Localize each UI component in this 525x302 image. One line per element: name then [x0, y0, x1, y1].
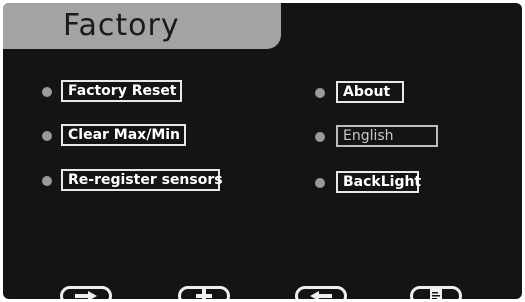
page-title: Factory [63, 8, 180, 43]
bullet-icon [42, 87, 52, 97]
bullet-icon [315, 132, 325, 142]
bullet-icon [315, 88, 325, 98]
menu-item-re-register-sensors[interactable]: Re-register sensors [42, 169, 262, 193]
menu-item-backlight[interactable]: BackLight [315, 171, 455, 195]
add-softkey[interactable] [178, 286, 230, 299]
next-softkey[interactable] [60, 286, 112, 299]
menu-item-factory-reset[interactable]: Factory Reset [42, 80, 242, 104]
re-register-sensors-button[interactable]: Re-register sensors [61, 169, 223, 191]
back-softkey[interactable] [295, 286, 347, 299]
factory-reset-button[interactable]: Factory Reset [61, 80, 182, 102]
about-button[interactable]: About [336, 81, 404, 103]
device-screen: Factory Factory Reset Clear Max/Min Re-r… [3, 3, 522, 299]
title-bar: Factory [3, 3, 281, 49]
menu-item-clear-max-min[interactable]: Clear Max/Min [42, 124, 242, 148]
backlight-button[interactable]: BackLight [336, 171, 421, 193]
bullet-icon [42, 176, 52, 186]
menu-item-about[interactable]: About [315, 81, 455, 105]
arrow-left-icon [310, 291, 332, 299]
page-icon [430, 289, 442, 299]
bullet-icon [42, 131, 52, 141]
page-softkey[interactable] [410, 286, 462, 299]
language-selector[interactable]: English [336, 125, 438, 147]
clear-max-min-button[interactable]: Clear Max/Min [61, 124, 186, 146]
arrow-right-icon [75, 291, 97, 299]
menu-item-english[interactable]: English [315, 125, 455, 149]
bullet-icon [315, 178, 325, 188]
plus-icon [196, 289, 212, 299]
